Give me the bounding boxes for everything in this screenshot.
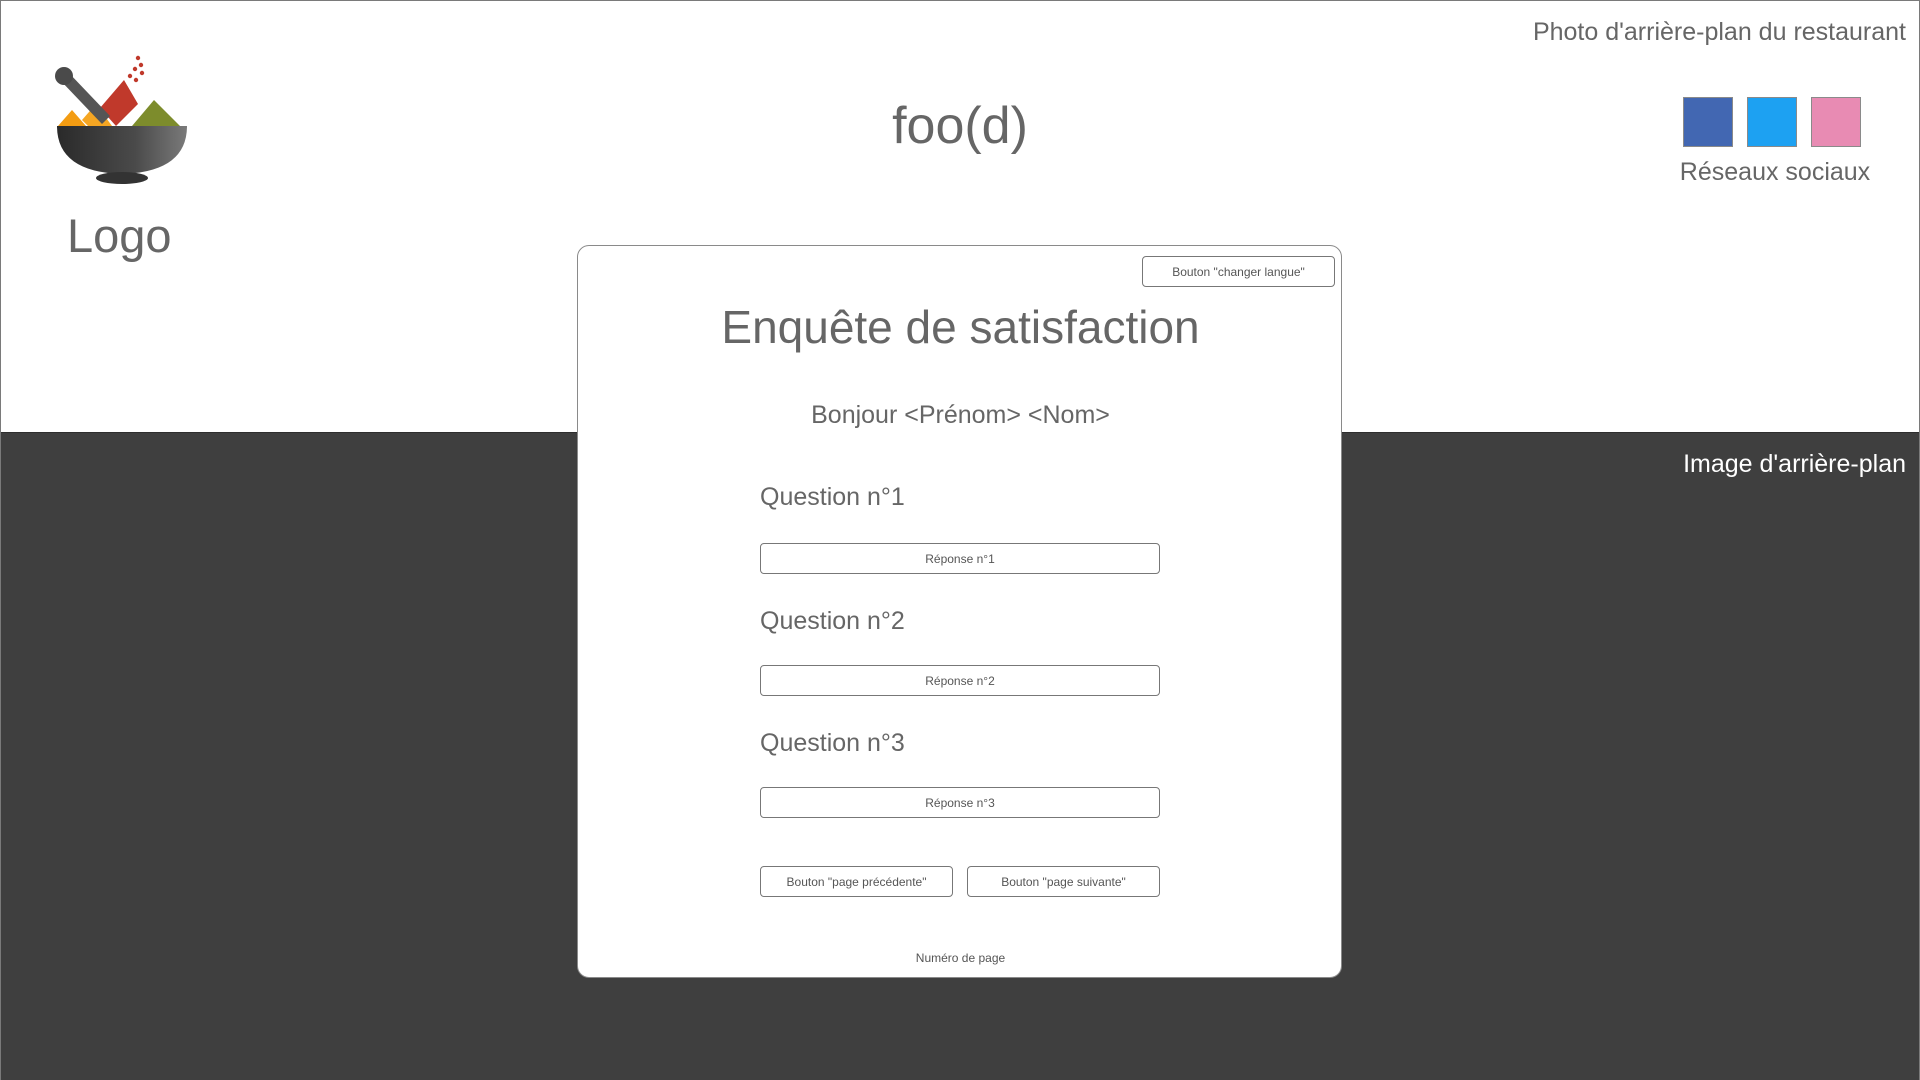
social-links xyxy=(1683,97,1873,147)
question-3: Question n°3 xyxy=(760,729,905,757)
answer-1-button[interactable]: Réponse n°1 xyxy=(760,543,1160,574)
survey-title: Enquête de satisfaction xyxy=(721,301,1200,353)
social-link-3[interactable] xyxy=(1811,97,1861,147)
answer-2-button[interactable]: Réponse n°2 xyxy=(760,665,1160,696)
logo-label: Logo xyxy=(67,209,172,262)
answer-3-button[interactable]: Réponse n°3 xyxy=(760,787,1160,818)
page-number: Numéro de page xyxy=(915,951,1006,965)
header-photo-label: Photo d'arrière-plan du restaurant xyxy=(1532,18,1906,46)
social-link-1[interactable] xyxy=(1683,97,1733,147)
brand-name: foo(d) xyxy=(892,97,1028,155)
survey-card: Bouton "changer langue" Enquête de satis… xyxy=(577,245,1342,978)
next-page-button[interactable]: Bouton "page suivante" xyxy=(967,866,1160,897)
change-language-button[interactable]: Bouton "changer langue" xyxy=(1142,256,1335,287)
social-link-2[interactable] xyxy=(1747,97,1797,147)
greeting: Bonjour <Prénom> <Nom> xyxy=(811,401,1110,429)
social-label: Réseaux sociaux xyxy=(1679,158,1871,186)
question-1: Question n°1 xyxy=(760,483,905,511)
background-image-label: Image d'arrière-plan xyxy=(1683,450,1906,478)
question-2: Question n°2 xyxy=(760,607,905,635)
previous-page-button[interactable]: Bouton "page précédente" xyxy=(760,866,953,897)
